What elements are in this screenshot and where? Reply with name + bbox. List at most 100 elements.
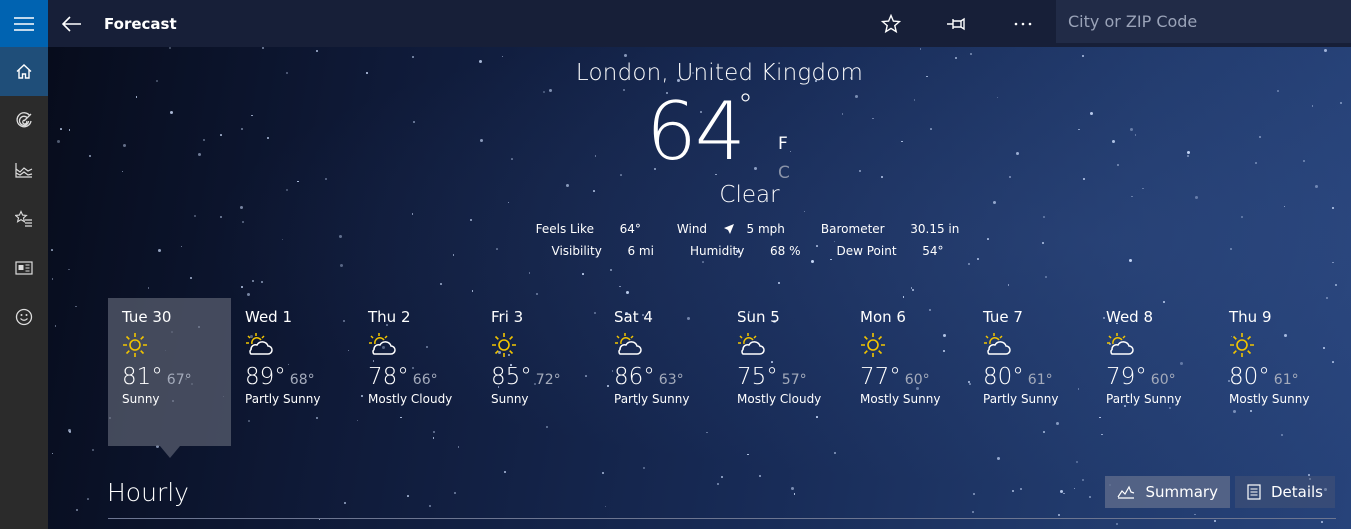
nav-item-news[interactable] [0,243,48,292]
day-high: 80° [1229,364,1270,390]
day-low: 72° [535,372,561,388]
location-name: London, United Kingdom [575,60,864,86]
wind: Wind 5 mph [668,222,794,244]
star-dot [582,273,584,275]
day-condition: Sunny [491,392,529,406]
day-tile[interactable]: Thu 9 80° 61° Mostly Sunny [1215,298,1338,446]
day-condition: Partly Sunny [983,392,1059,406]
day-high: 75° [737,364,778,390]
humidity: Humidity 68 % [681,244,810,266]
day-tile[interactable]: Tue 7 80° 61° Partly Sunny [969,298,1092,446]
wind-value: 5 mph [746,222,785,236]
star-dot [971,510,974,513]
dew-point: Dew Point 54° [828,244,953,266]
favorite-button[interactable] [858,0,924,47]
day-weather-icon [860,332,969,362]
more-button[interactable] [990,0,1056,47]
day-low: 61° [1273,372,1299,388]
degree-symbol: ° [738,88,753,123]
day-name: Tue 7 [983,308,1023,326]
day-name: Wed 1 [245,308,293,326]
day-tile[interactable]: Mon 6 77° 60° Mostly Sunny [846,298,969,446]
day-tile[interactable]: Sun 5 75° 57° Mostly Cloudy [723,298,846,446]
page-title: Forecast [104,14,177,33]
star-dot [833,452,836,455]
day-tile[interactable]: Fri 3 85° 72° Sunny [477,298,600,446]
day-temps: 75° 57° [737,364,846,390]
day-weather-icon [1106,332,1215,362]
day-weather-icon [737,332,846,362]
temperature-row: 64 ° F C [48,86,1351,184]
day-name: Sat 4 [614,308,653,326]
current-details: Feels Like 64° Wind 5 mph Barometer 30.1… [48,222,1351,266]
day-tile[interactable]: Tue 30 81° 67° Sunny [108,298,231,458]
feels-like-label: Feels Like [535,222,594,236]
day-temps: 78° 66° [368,364,477,390]
day-low: 67° [166,372,192,388]
day-condition: Mostly Sunny [860,392,941,406]
visibility-value: 6 mi [627,244,654,258]
feels-like-value: 64° [619,222,641,236]
unit-celsius-toggle[interactable]: C [778,163,790,183]
star-dot [91,448,94,451]
day-low: 57° [781,372,807,388]
pin-button[interactable] [924,0,990,47]
nav-item-feedback[interactable] [0,292,48,341]
details-button[interactable]: Details [1234,476,1335,508]
search-box [1056,0,1351,43]
day-name: Fri 3 [491,308,524,326]
unit-fahrenheit-toggle[interactable]: F [778,134,788,154]
star-icon [881,13,901,33]
day-tile[interactable]: Sat 4 86° 63° Partly Sunny [600,298,723,446]
day-weather-icon [1229,332,1338,362]
back-button[interactable] [48,0,96,47]
hamburger-menu-button[interactable] [0,0,48,47]
summary-button[interactable]: Summary [1105,476,1230,508]
nav-item-favorites[interactable] [0,194,48,243]
day-temps: 89° 68° [245,364,354,390]
wind-label: Wind [676,222,708,236]
hourly-divider [108,518,1336,519]
day-tile[interactable]: Wed 8 79° 60° Partly Sunny [1092,298,1215,446]
star-dot [439,282,442,285]
search-input[interactable] [1056,11,1340,32]
barometer-value: 30.15 in [910,222,960,236]
partly-sunny-icon [984,333,1011,355]
day-high: 78° [368,364,409,390]
day-weather-icon [491,332,600,362]
star-list-icon [15,209,32,227]
partly-sunny-icon [738,333,765,355]
daily-forecast: Tue 30 81° 67° Sunny Wed 1 89° 68° Partly Sunny… [108,298,1338,458]
day-temps: 86° 63° [614,364,723,390]
day-name: Sun 5 [737,308,780,326]
wind-direction-icon [723,224,734,234]
day-low: 60° [1150,372,1176,388]
star-dot [428,504,431,507]
day-condition: Mostly Cloudy [737,392,822,406]
day-low: 61° [1027,372,1053,388]
day-high: 77° [860,364,901,390]
partly-sunny-icon [615,333,642,355]
day-tile[interactable]: Thu 2 78° 66° Mostly Cloudy [354,298,477,446]
sunny-icon [492,333,516,357]
radar-icon [16,111,32,127]
nav-item-historical[interactable] [0,145,48,194]
star-dot [453,491,456,494]
star-dot [1088,495,1091,498]
day-condition: Partly Sunny [245,392,321,406]
star-dot [1081,54,1084,57]
day-tile[interactable]: Wed 1 89° 68° Partly Sunny [231,298,354,446]
feels-like: Feels Like 64° [527,222,650,244]
barometer-label: Barometer [820,222,885,236]
nav-item-home[interactable] [0,47,48,96]
day-name: Wed 8 [1106,308,1154,326]
visibility: Visibility 6 mi [543,244,663,266]
day-high: 81° [122,364,163,390]
day-weather-icon [368,332,477,362]
current-condition: Clear [719,182,780,208]
day-name: Thu 9 [1229,308,1272,326]
nav-item-maps[interactable] [0,96,48,145]
news-icon [15,260,33,275]
day-high: 85° [491,364,532,390]
star-dot [407,495,409,497]
